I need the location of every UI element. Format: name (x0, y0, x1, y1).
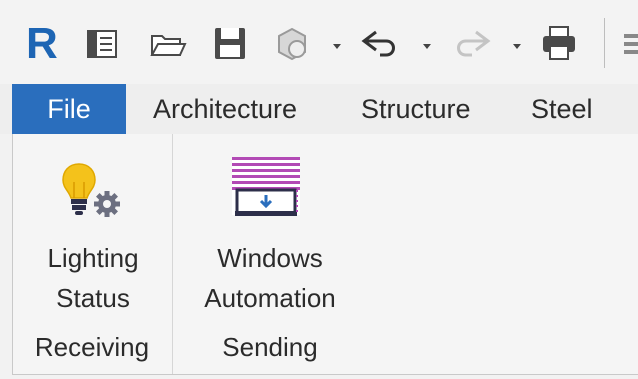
sync-icon[interactable] (272, 24, 312, 64)
ribbon-bottom-border (12, 374, 638, 375)
lighting-status-label-line2: Status (56, 283, 130, 313)
panel-title-receiving: Receiving (34, 332, 150, 362)
more-tools-icon[interactable] (622, 32, 638, 56)
open-icon[interactable] (149, 26, 187, 62)
panel-separator (172, 134, 173, 374)
revit-logo-icon[interactable]: R (26, 22, 58, 66)
undo-dropdown-icon[interactable] (422, 38, 432, 49)
sync-dropdown-icon[interactable] (332, 38, 342, 49)
ribbon-panel-area: Lighting Status Receiving Windows Automa… (12, 134, 638, 374)
lighting-status-label-line1: Lighting (47, 243, 139, 273)
undo-icon[interactable] (360, 26, 402, 60)
print-icon[interactable] (540, 24, 578, 62)
tab-architecture[interactable]: Architecture (153, 84, 297, 134)
ribbon-tabs: File Architecture Structure Steel (0, 84, 638, 134)
tab-structure[interactable]: Structure (361, 84, 471, 134)
redo-icon[interactable] (450, 26, 492, 60)
panel-title-sending: Sending (222, 332, 318, 362)
lighting-status-button[interactable]: Lighting Status (13, 134, 171, 329)
lightbulb-gear-icon (61, 160, 127, 220)
tab-file[interactable]: File (12, 84, 126, 134)
toolbar-separator (604, 18, 605, 68)
save-icon[interactable] (212, 24, 248, 62)
properties-icon[interactable] (84, 26, 120, 62)
windows-automation-label-line1: Windows (217, 243, 323, 273)
windows-automation-label-line2: Automation (204, 283, 336, 313)
redo-dropdown-icon[interactable] (512, 38, 522, 49)
window-blinds-icon (231, 156, 303, 218)
tab-steel[interactable]: Steel (531, 84, 593, 134)
quick-access-toolbar: R (0, 0, 638, 84)
windows-automation-button[interactable]: Windows Automation (185, 134, 355, 329)
